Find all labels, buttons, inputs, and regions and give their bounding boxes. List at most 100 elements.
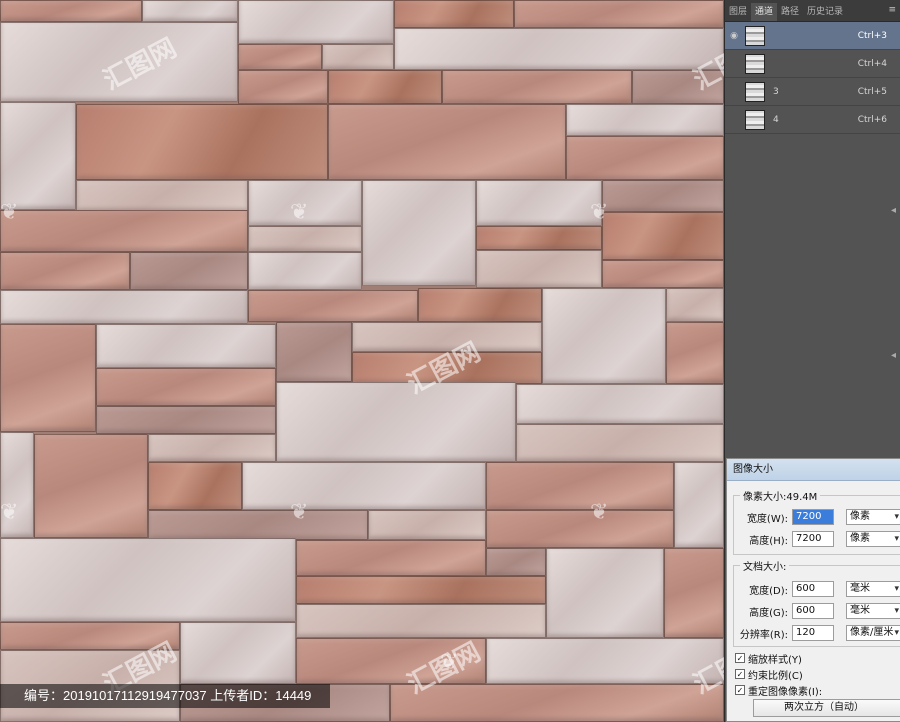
- stone-block: [476, 180, 602, 226]
- pixel-dimensions-group: 像素大小:49.4M 宽度(W): 7200 像素 高度(H): 7200 像素: [733, 488, 900, 555]
- stone-block: [476, 250, 602, 288]
- stone-block: [566, 136, 724, 180]
- watermark-leaf-icon: ❦: [0, 500, 19, 525]
- checkbox-icon[interactable]: ✓: [735, 685, 745, 695]
- stone-block: [362, 180, 476, 286]
- stone-block: [0, 324, 96, 432]
- tab-paths[interactable]: 路径: [777, 3, 803, 21]
- stone-block: [248, 252, 362, 290]
- doc-width-label: 宽度(D):: [749, 585, 788, 597]
- stone-block: [602, 180, 724, 212]
- channel-shortcut: Ctrl+3: [857, 30, 887, 41]
- constrain-proportions-label: 约束比例(C): [748, 670, 803, 682]
- tab-history[interactable]: 历史记录: [803, 3, 847, 21]
- doc-width-input[interactable]: 600: [792, 581, 834, 597]
- width-row: 宽度(W): 7200 像素: [734, 508, 900, 526]
- stone-block: [546, 548, 664, 638]
- resample-label: 重定图像像素(I):: [748, 686, 823, 698]
- collapse-arrow-icon[interactable]: ◂: [891, 350, 896, 361]
- tab-channels[interactable]: 通道: [751, 3, 778, 21]
- stone-block: [0, 210, 248, 252]
- collapse-arrow-icon[interactable]: ◂: [891, 205, 896, 216]
- stone-block: [328, 104, 566, 180]
- stone-block: [76, 180, 248, 212]
- stone-block: [238, 0, 394, 44]
- watermark-leaf-icon: ❦: [440, 650, 459, 675]
- doc-width-unit-select[interactable]: 毫米: [846, 581, 900, 597]
- stone-block: [328, 70, 442, 104]
- channel-thumbnail: [745, 25, 765, 46]
- image-canvas[interactable]: 汇图网 汇图网 汇图网 汇图网 汇图网 汇图网 ❦ ❦ ❦ ❦ ❦ ❦ ❦ 编号…: [0, 0, 724, 722]
- stone-block: [96, 406, 276, 434]
- height-row: 高度(H): 7200 像素: [734, 530, 900, 548]
- channel-name: 4: [773, 114, 779, 125]
- stone-block: [514, 0, 724, 28]
- stone-block: [394, 28, 724, 70]
- stone-block: [238, 70, 328, 104]
- watermark-leaf-icon: ❦: [590, 200, 609, 225]
- doc-height-row: 高度(G): 600 毫米: [734, 602, 900, 620]
- doc-width-row: 宽度(D): 600 毫米: [734, 580, 900, 598]
- stone-block: [476, 226, 602, 250]
- stone-block: [296, 604, 546, 638]
- stone-block: [34, 434, 148, 538]
- channel-row[interactable]: 4 Ctrl+6: [725, 106, 900, 134]
- channel-row[interactable]: ◉ Ctrl+3: [725, 22, 900, 50]
- width-input[interactable]: 7200: [792, 509, 834, 525]
- visibility-eye-icon[interactable]: ◉: [727, 31, 741, 41]
- stone-block: [516, 384, 724, 424]
- checkbox-icon[interactable]: ✓: [735, 653, 745, 663]
- scale-styles-checkbox[interactable]: ✓ 缩放样式(Y): [735, 651, 802, 666]
- height-input[interactable]: 7200: [792, 531, 834, 547]
- watermark-leaf-icon: ❦: [290, 200, 309, 225]
- stone-block: [148, 434, 276, 462]
- stone-block: [602, 260, 724, 288]
- channel-thumbnail: [745, 81, 765, 102]
- pixel-dimensions-label: 像素大小:49.4M: [740, 488, 821, 503]
- height-unit-select[interactable]: 像素: [846, 531, 900, 547]
- dialog-title[interactable]: 图像大小: [727, 459, 900, 481]
- stone-block: [248, 290, 418, 322]
- stone-block: [368, 510, 486, 540]
- tab-layers[interactable]: 图层: [725, 3, 751, 21]
- stone-block: [142, 0, 238, 22]
- resolution-unit-select[interactable]: 像素/厘米: [846, 625, 900, 641]
- stone-block: [148, 462, 242, 510]
- stone-block: [542, 288, 666, 384]
- stone-block: [0, 102, 76, 210]
- stone-block: [0, 252, 130, 290]
- stone-block: [664, 548, 724, 638]
- image-size-dialog: 图像大小 像素大小:49.4M 宽度(W): 7200 像素 高度(H): 72…: [726, 458, 900, 722]
- channel-shortcut: Ctrl+5: [857, 86, 887, 97]
- channel-row[interactable]: 3 Ctrl+5: [725, 78, 900, 106]
- document-size-label: 文档大小:: [740, 558, 790, 573]
- stone-block: [486, 638, 724, 684]
- height-label: 高度(H):: [749, 535, 788, 547]
- width-label: 宽度(W):: [746, 513, 788, 525]
- stone-block: [486, 548, 546, 576]
- stone-block: [602, 212, 724, 260]
- constrain-proportions-checkbox[interactable]: ✓ 约束比例(C): [735, 667, 803, 682]
- panel-tab-bar: 图层 通道 路径 历史记录: [725, 0, 900, 22]
- stone-block: [180, 622, 296, 684]
- stone-block: [276, 382, 516, 462]
- stone-block: [296, 540, 486, 576]
- resolution-input[interactable]: 120: [792, 625, 834, 641]
- width-unit-select[interactable]: 像素: [846, 509, 900, 525]
- resample-checkbox[interactable]: ✓ 重定图像像素(I):: [735, 683, 823, 698]
- resample-method-select[interactable]: 两次立方（自动）: [753, 699, 900, 717]
- stone-block: [394, 0, 514, 28]
- stone-block: [242, 462, 486, 510]
- stone-block: [96, 368, 276, 406]
- stone-block: [0, 290, 248, 324]
- stone-block: [674, 462, 724, 548]
- doc-height-input[interactable]: 600: [792, 603, 834, 619]
- channel-thumbnail: [745, 109, 765, 130]
- doc-height-unit-select[interactable]: 毫米: [846, 603, 900, 619]
- channel-row[interactable]: Ctrl+4: [725, 50, 900, 78]
- panel-menu-icon[interactable]: ≡: [888, 5, 896, 15]
- checkbox-icon[interactable]: ✓: [735, 669, 745, 679]
- stone-block: [486, 462, 674, 510]
- stone-block: [148, 510, 368, 540]
- stone-block: [248, 226, 362, 252]
